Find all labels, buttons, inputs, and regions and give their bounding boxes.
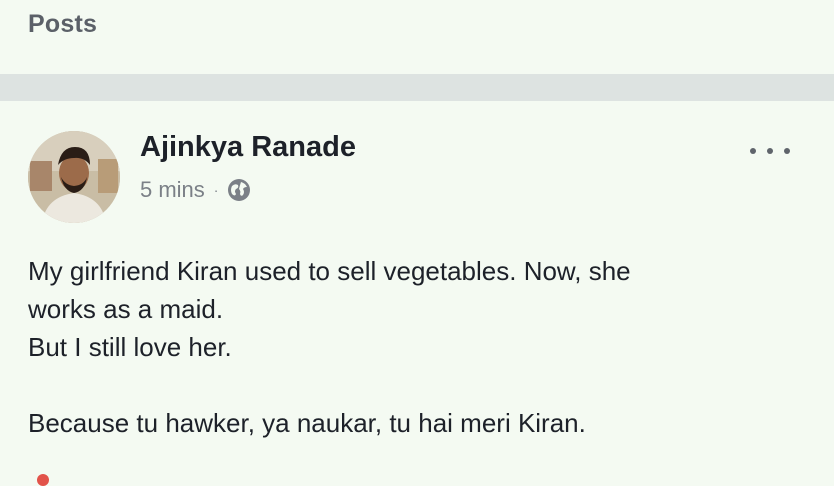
post-card: Ajinkya Ranade 5 mins · My girlfriend Ki… [0,101,834,486]
post-line: Because tu hawker, ya naukar, tu hai mer… [28,408,586,438]
meta-separator: · [213,182,219,198]
post-timestamp[interactable]: 5 mins [140,177,205,203]
more-options-icon[interactable] [750,141,790,161]
page-header: Posts [0,0,834,74]
post-body: My girlfriend Kiran used to sell vegetab… [28,252,808,442]
author-name[interactable]: Ajinkya Ranade [140,131,356,164]
more-dot [784,148,790,154]
page-title: Posts [28,10,98,38]
avatar[interactable] [28,131,120,223]
more-dot [750,148,756,154]
globe-icon[interactable] [227,178,251,202]
post-line: But I still love her. [28,332,232,362]
post-meta: 5 mins · [140,177,251,203]
reaction-icon[interactable] [37,474,49,486]
post-line: works as a maid. [28,294,224,324]
avatar-image [28,131,120,223]
post-line: My girlfriend Kiran used to sell vegetab… [28,256,631,286]
section-divider [0,74,834,101]
more-dot [767,148,773,154]
